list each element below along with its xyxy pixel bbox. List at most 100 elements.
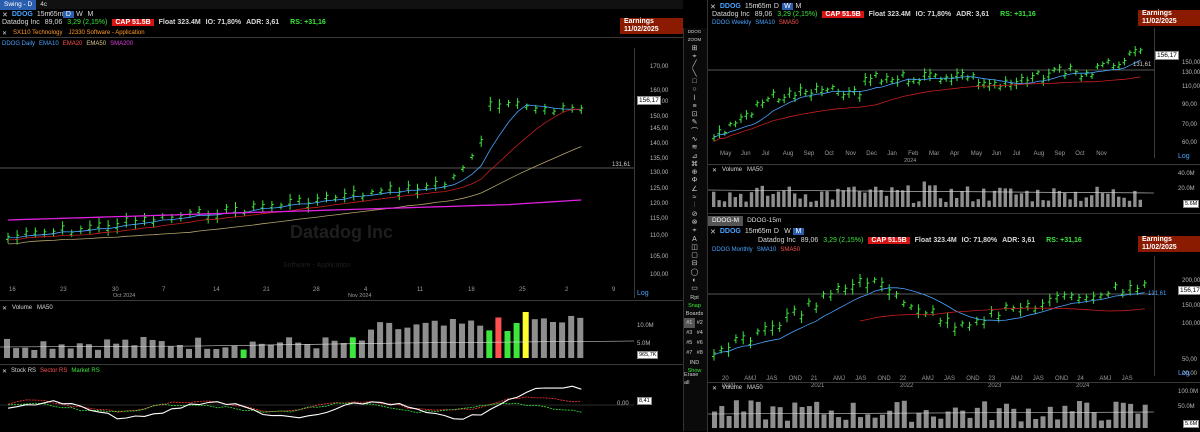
drawing-tool-button[interactable]: ZOOM: [684, 36, 705, 44]
drawing-tool-button[interactable]: ∠: [684, 186, 705, 194]
timeframe-65m[interactable]: 65m: [758, 3, 772, 10]
sma50-label[interactable]: SMA50: [780, 247, 800, 253]
sma200-label[interactable]: SMA200: [110, 41, 133, 47]
timeframe-65m[interactable]: 65m: [758, 228, 772, 235]
drawing-tool-button[interactable]: ⊞: [684, 45, 705, 53]
daily-rs-chart[interactable]: [0, 374, 634, 426]
drawing-tool-button[interactable]: ▢: [684, 252, 705, 260]
daily-price-chart[interactable]: [0, 48, 634, 288]
log-toggle[interactable]: Log: [1178, 370, 1190, 377]
drawing-tool-button[interactable]: ⊘: [684, 211, 705, 219]
erase-all-button[interactable]: Erase all: [684, 372, 705, 386]
drawing-tool-button[interactable]: ▭: [684, 285, 705, 293]
sma10-label[interactable]: SMA10: [755, 20, 775, 26]
repeat-toggle[interactable]: Rpt: [684, 294, 705, 302]
drawing-tool-button[interactable]: ⌖: [684, 53, 705, 61]
boards-label[interactable]: Boards: [684, 310, 705, 318]
drawing-tool-button[interactable]: Φ: [684, 177, 705, 185]
window-tab[interactable]: 4c: [36, 0, 51, 10]
volume-bar: [1091, 412, 1097, 428]
drawing-tool-button[interactable]: ≈: [684, 194, 705, 202]
timeframe-d[interactable]: D: [771, 228, 782, 235]
timeframe-m[interactable]: M: [793, 3, 804, 10]
x-tick-label: Oct: [824, 151, 834, 157]
log-toggle[interactable]: Log: [1178, 153, 1190, 160]
drawing-tool-button[interactable]: ⌘: [684, 161, 705, 169]
sub-industry-label[interactable]: J2330 Software - Application: [69, 30, 145, 36]
timeframe-w[interactable]: W: [74, 11, 85, 18]
ticker-symbol[interactable]: DDOG: [12, 11, 33, 18]
timeframe-d[interactable]: D: [62, 11, 74, 18]
board-button[interactable]: #4: [695, 328, 706, 338]
drawing-tool-button[interactable]: ⊕: [684, 169, 705, 177]
drawing-tool-button[interactable]: ⌇: [684, 94, 705, 102]
timeframe-d[interactable]: D: [771, 3, 782, 10]
drawing-tool-button[interactable]: DDOG: [684, 28, 705, 36]
drawing-tool-button[interactable]: ◫: [684, 244, 705, 252]
board-button[interactable]: #5: [684, 338, 695, 348]
monthly-price-chart[interactable]: [708, 256, 1154, 372]
timeframe-m[interactable]: M: [85, 11, 96, 18]
snap-toggle[interactable]: Snap: [684, 302, 705, 310]
indicator-button[interactable]: IND: [684, 358, 705, 366]
drawing-tool-button[interactable]: A: [684, 235, 705, 243]
drawing-tool-button[interactable]: ⌖: [684, 227, 705, 235]
ticker-symbol[interactable]: DDOG: [720, 228, 741, 235]
timeframe-65m[interactable]: 65m: [50, 11, 64, 18]
weekly-price-chart[interactable]: [708, 28, 1154, 150]
y-tick-label: 110,00: [1182, 84, 1200, 90]
daily-volume-chart[interactable]: [0, 312, 634, 364]
board-button[interactable]: #8: [695, 348, 706, 358]
rs-box: 8,41: [637, 397, 652, 405]
drawing-tool-button[interactable]: ○: [684, 86, 705, 94]
ticker-symbol[interactable]: DDOG: [720, 3, 741, 10]
timeframe-w[interactable]: W: [782, 228, 793, 235]
timeframe-m[interactable]: M: [792, 228, 804, 235]
boards-grid: #1 #2 #3 #4 #5 #6 #7 #8: [684, 318, 705, 358]
drawing-tool-button[interactable]: ⊗: [684, 219, 705, 227]
timeframe-15m[interactable]: 15m: [745, 228, 759, 235]
close-icon[interactable]: ✕: [712, 385, 717, 392]
volume-bar: [857, 191, 862, 207]
drawing-tool-button[interactable]: ⌒: [684, 128, 705, 136]
board-button[interactable]: #1: [684, 318, 695, 329]
adr-value: ADR: 3,61: [1002, 237, 1036, 244]
volume-bar: [1046, 200, 1051, 207]
monthly-volume-chart[interactable]: [708, 392, 1154, 430]
drawing-tool-button[interactable]: ∿: [684, 136, 705, 144]
volume-bar: [836, 417, 842, 428]
drawing-tool-button[interactable]: ⊟: [684, 260, 705, 268]
weekly-volume-chart[interactable]: [708, 173, 1154, 209]
drawing-tool-button[interactable]: ⊿: [684, 152, 705, 160]
close-icon[interactable]: ✕: [2, 305, 7, 312]
sma10-label[interactable]: SMA10: [757, 247, 777, 253]
ema10-label[interactable]: EMA10: [39, 41, 59, 47]
drawing-tool-button[interactable]: ✎: [684, 119, 705, 127]
timeframe-15m[interactable]: 15m: [745, 3, 759, 10]
industry-label[interactable]: SX110 Technology: [13, 30, 62, 36]
board-button[interactable]: #3: [684, 328, 695, 338]
drawing-tool-button[interactable]: ≋: [684, 144, 705, 152]
drawing-tool-button[interactable]: ◯: [684, 269, 705, 277]
board-button[interactable]: #2: [695, 318, 706, 328]
drawing-tool-button[interactable]: ◐: [684, 277, 705, 285]
ema50-label[interactable]: EMA50: [86, 41, 106, 47]
drawing-tool-button[interactable]: ╲: [684, 69, 705, 77]
drawing-tool-button[interactable]: ⊡: [684, 111, 705, 119]
board-button[interactable]: #6: [695, 338, 706, 348]
sma50-label[interactable]: SMA50: [779, 20, 799, 26]
board-button[interactable]: #7: [684, 348, 695, 358]
drawing-tool-button[interactable]: ≡: [684, 103, 705, 111]
drawing-tool-button[interactable]: □: [684, 78, 705, 86]
log-toggle[interactable]: Log: [637, 290, 649, 297]
chart-tab[interactable]: DDOG-15m: [743, 216, 785, 226]
timeframe-15m[interactable]: 15m: [37, 11, 51, 18]
window-tab[interactable]: Swing - D: [0, 0, 37, 10]
close-icon[interactable]: ✕: [710, 228, 716, 236]
drawing-tool-button[interactable]: ╱: [684, 61, 705, 69]
drawing-tool-button[interactable]: ⫶: [684, 202, 705, 210]
close-icon[interactable]: ✕: [2, 30, 7, 37]
chart-tab[interactable]: DDOG-M: [708, 215, 744, 226]
ema20-label[interactable]: EMA20: [63, 41, 83, 47]
timeframe-w[interactable]: W: [781, 3, 793, 10]
